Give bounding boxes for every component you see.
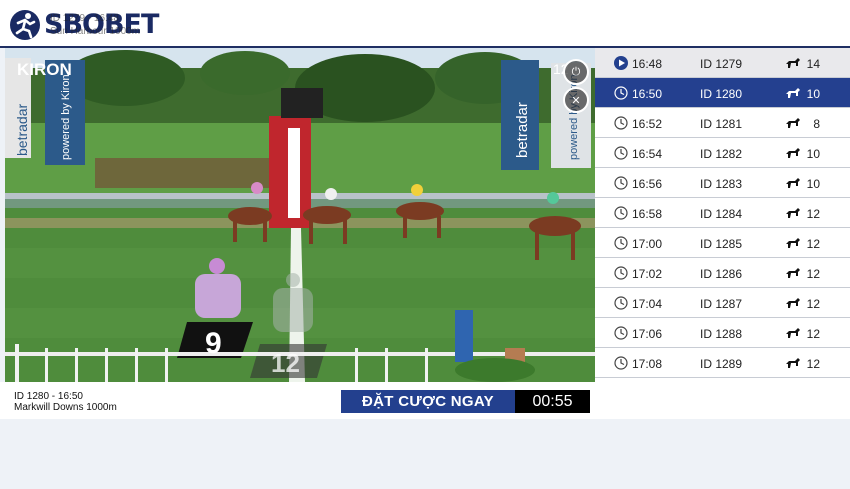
horse-icon xyxy=(786,148,800,158)
saddle-cloth-ghost: 12 xyxy=(271,348,300,378)
current-race-id: ID 1280 - 16:50 xyxy=(14,391,83,402)
horse-icon xyxy=(786,328,800,338)
race-scene: KIRON betradar powered by Kiron betradar… xyxy=(5,48,595,382)
header-bar: SBOBET ID 1279 - 16:48 Sun Harbour 1000m xyxy=(0,0,850,48)
race-time: 16:56 xyxy=(632,177,663,191)
horse-icon xyxy=(786,208,800,218)
schedule-row-1279[interactable]: 16:48 ID 1279 14 xyxy=(595,48,850,78)
race-time: 16:50 xyxy=(632,87,663,101)
play-icon[interactable] xyxy=(614,56,628,70)
runner-count: 10 xyxy=(806,177,820,191)
horse-icon xyxy=(786,298,800,308)
schedule-row-1288[interactable]: 17:06 ID 1288 12 xyxy=(595,318,850,348)
bet-now-button[interactable]: ĐẶT CƯỢC NGAY xyxy=(341,390,515,413)
runner-count: 12 xyxy=(806,357,820,371)
previous-race-id: ID 1279 - 16:48 xyxy=(50,13,119,24)
clock-icon xyxy=(614,236,628,250)
clock-icon xyxy=(614,146,628,160)
betradar-banner-left: betradar xyxy=(14,104,30,156)
page-background xyxy=(0,419,850,489)
clock-icon xyxy=(614,356,628,370)
runner-count: 10 xyxy=(806,87,820,101)
race-id: ID 1286 xyxy=(700,267,743,281)
race-id: ID 1283 xyxy=(700,177,743,191)
schedule-row-1284[interactable]: 16:58 ID 1284 12 xyxy=(595,198,850,228)
clock-icon xyxy=(614,266,628,280)
schedule-row-1286[interactable]: 17:02 ID 1286 12 xyxy=(595,258,850,288)
schedule-row-1285[interactable]: 17:00 ID 1285 12 xyxy=(595,228,850,258)
mute-icon[interactable]: ✕ xyxy=(563,87,589,113)
race-time: 17:02 xyxy=(632,267,663,281)
runner-count: 12 xyxy=(806,327,820,341)
runner-count: 8 xyxy=(813,117,820,131)
race-time: 16:54 xyxy=(632,147,663,161)
race-time: 16:58 xyxy=(632,207,663,221)
race-time: 16:52 xyxy=(632,117,663,131)
horse-icon xyxy=(786,58,800,68)
clock-icon xyxy=(614,116,628,130)
horse-icon xyxy=(786,178,800,188)
horse-icon xyxy=(786,238,800,248)
countdown-timer: 00:55 xyxy=(515,390,590,413)
betradar-banner-right: betradar xyxy=(514,102,531,158)
race-time: 16:48 xyxy=(632,57,663,71)
previous-race-meta: ID 1279 - 16:48 Sun Harbour 1000m xyxy=(50,12,140,38)
runner-count: 12 xyxy=(806,207,820,221)
race-time: 17:04 xyxy=(632,297,663,311)
clock-icon xyxy=(614,176,628,190)
runner-count: 12 xyxy=(806,237,820,251)
clock-icon xyxy=(614,326,628,340)
runner-count: 12 xyxy=(806,297,820,311)
schedule-row-1281[interactable]: 16:52 ID 1281 8 xyxy=(595,108,850,138)
banner-left-sub: powered by Kiron xyxy=(60,74,72,160)
clock-icon xyxy=(614,296,628,310)
horse-icon xyxy=(786,118,800,128)
race-id: ID 1288 xyxy=(700,327,743,341)
saddle-cloth-lead: 9 xyxy=(205,327,222,360)
race-id: ID 1282 xyxy=(700,147,743,161)
clock-icon xyxy=(614,206,628,220)
runner-count: 14 xyxy=(806,57,820,71)
race-id: ID 1289 xyxy=(700,357,743,371)
power-icon[interactable]: ⏻ xyxy=(563,59,589,85)
race-time: 17:08 xyxy=(632,357,663,371)
race-id: ID 1287 xyxy=(700,297,743,311)
previous-race-track: Sun Harbour 1000m xyxy=(50,26,141,37)
race-video[interactable]: KIRON betradar powered by Kiron betradar… xyxy=(5,48,595,382)
race-id: ID 1281 xyxy=(700,117,743,131)
horse-icon xyxy=(786,88,800,98)
schedule-row-1289[interactable]: 17:08 ID 1289 12 xyxy=(595,348,850,378)
race-time: 17:06 xyxy=(632,327,663,341)
schedule-row-1280[interactable]: 16:50 ID 1280 10 xyxy=(595,78,850,108)
schedule-row-1282[interactable]: 16:54 ID 1282 10 xyxy=(595,138,850,168)
runner-count: 10 xyxy=(806,147,820,161)
race-id: ID 1279 xyxy=(700,57,743,71)
current-race-info: ID 1280 - 16:50 Markwill Downs 1000m xyxy=(14,391,117,413)
runner-count: 12 xyxy=(806,267,820,281)
runner-logo-icon xyxy=(8,8,42,42)
clock-icon xyxy=(614,86,628,100)
race-id: ID 1284 xyxy=(700,207,743,221)
schedule-row-1283[interactable]: 16:56 ID 1283 10 xyxy=(595,168,850,198)
current-race-track: Markwill Downs 1000m xyxy=(14,402,117,413)
race-schedule: 16:48 ID 1279 14 16:50 ID 1280 10 16:52 … xyxy=(595,48,850,382)
horse-icon xyxy=(786,358,800,368)
race-id: ID 1280 xyxy=(700,87,743,101)
bet-bar: ID 1280 - 16:50 Markwill Downs 1000m ĐẶT… xyxy=(0,382,850,419)
horse-icon xyxy=(786,268,800,278)
schedule-row-1287[interactable]: 17:04 ID 1287 12 xyxy=(595,288,850,318)
race-time: 17:00 xyxy=(632,237,663,251)
race-id: ID 1285 xyxy=(700,237,743,251)
